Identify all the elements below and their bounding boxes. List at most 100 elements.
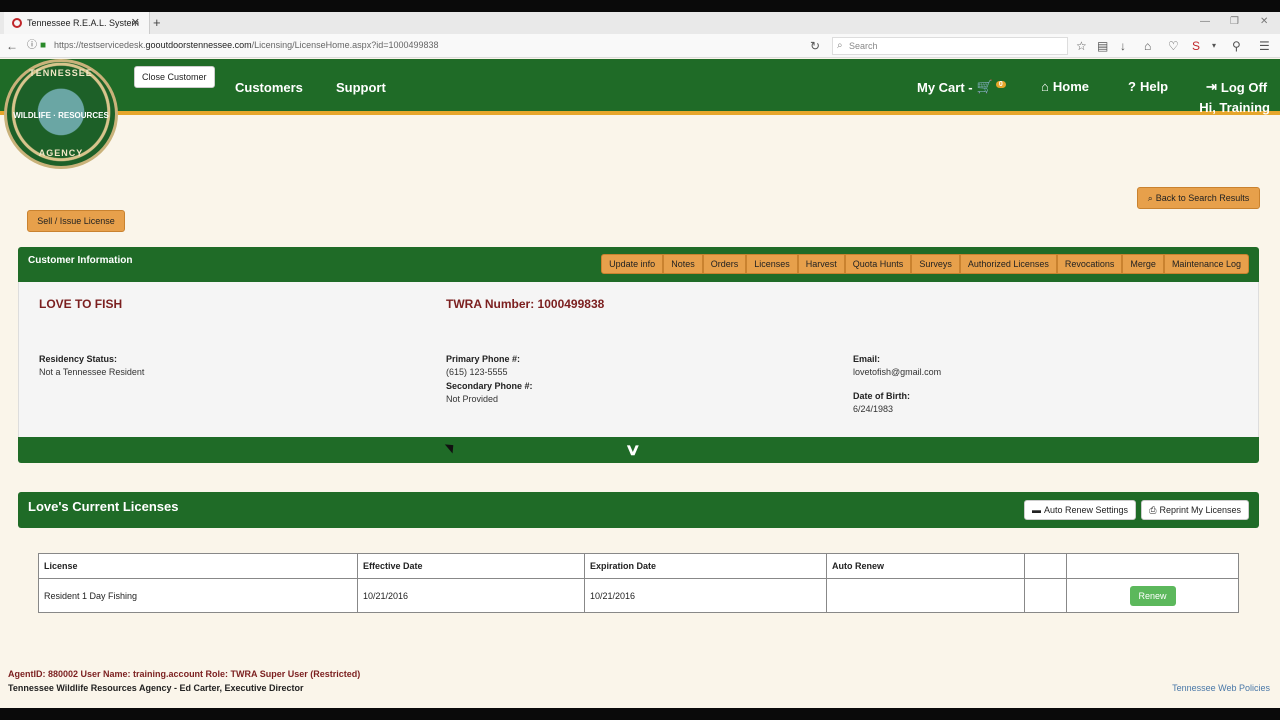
bookmark-star-icon[interactable]: ☆	[1076, 39, 1087, 53]
license-name-cell: Resident 1 Day Fishing	[38, 578, 358, 613]
table-row: Resident 1 Day Fishing 10/21/2016 10/21/…	[38, 578, 1239, 613]
minimize-icon[interactable]: —	[1200, 16, 1210, 27]
pocket-icon[interactable]: ♡	[1168, 39, 1179, 53]
licenses-header: Love's Current Licenses ▬ Auto Renew Set…	[18, 492, 1259, 528]
back-to-search-label: Back to Search Results	[1155, 193, 1250, 203]
tab-orders[interactable]: Orders	[702, 254, 747, 274]
chevron-down-icon: ∨	[624, 442, 642, 459]
help-icon: ?	[1128, 79, 1136, 94]
home-icon: ⌂	[1041, 79, 1049, 94]
dob-label: Date of Birth:	[853, 391, 910, 401]
renew-button[interactable]: Renew	[1129, 585, 1176, 606]
download-icon[interactable]: ↓	[1120, 39, 1126, 53]
expiration-date-cell: 10/21/2016	[584, 578, 827, 613]
col-expiration-date: Expiration Date	[584, 553, 827, 579]
auto-renew-settings-button[interactable]: ▬ Auto Renew Settings	[1023, 500, 1136, 520]
print-icon: ⎙	[1149, 504, 1157, 515]
col-auto-renew: Auto Renew	[826, 553, 1025, 579]
browser-tab-strip: Tennessee R.E.A.L. System ✕ + — ❐ ✕	[0, 12, 1280, 34]
auto-renew-settings-label: Auto Renew Settings	[1043, 505, 1128, 515]
cart-icon: 🛒	[976, 79, 993, 94]
blank-cell	[1024, 578, 1067, 613]
window-bottom-bar	[0, 708, 1280, 720]
search-icon: ⌕	[837, 40, 843, 51]
auto-renew-cell	[826, 578, 1025, 613]
tab-surveys[interactable]: Surveys	[911, 254, 960, 274]
tab-authorized-licenses[interactable]: Authorized Licenses	[959, 254, 1057, 274]
nav-support[interactable]: Support	[336, 80, 386, 95]
secondary-phone-label: Secondary Phone #:	[446, 381, 533, 391]
col-license: License	[38, 553, 358, 579]
menu-icon[interactable]: ☰	[1259, 39, 1270, 53]
reprint-label: Reprint My Licenses	[1159, 505, 1241, 515]
residency-label: Residency Status:	[39, 354, 118, 364]
user-greeting: Hi, Training	[1199, 100, 1270, 115]
tab-maintenance-log[interactable]: Maintenance Log	[1163, 254, 1249, 274]
logo-center-text: WILDLIFE · RESOURCES	[13, 111, 109, 120]
email-value: lovetofish@gmail.com	[853, 367, 942, 377]
email-label: Email:	[853, 354, 881, 364]
dropdown-icon[interactable]: ▾	[1212, 39, 1216, 53]
info-icon[interactable]: ⓘ	[27, 39, 37, 53]
home-link[interactable]: ⌂ Home	[1041, 79, 1089, 94]
secondary-phone-value: Not Provided	[446, 394, 499, 404]
expand-details-bar[interactable]: ∨	[18, 437, 1259, 463]
agent-info: AgentID: 880002 User Name: training.acco…	[8, 669, 361, 679]
primary-phone-label: Primary Phone #:	[446, 354, 521, 364]
tab-harvest[interactable]: Harvest	[797, 254, 845, 274]
table-header-row: License Effective Date Expiration Date A…	[38, 553, 1239, 579]
logoff-label: Log Off	[1220, 79, 1268, 95]
my-cart-link[interactable]: My Cart - 🛒 0	[917, 79, 1006, 95]
sell-issue-license-button[interactable]: Sell / Issue License	[27, 210, 125, 232]
url-bar[interactable]: https://testservicedesk.gooutdoorstennes…	[54, 40, 439, 50]
customer-info-body: LOVE TO FISH TWRA Number: 1000499838 Res…	[18, 282, 1259, 437]
web-policies-link[interactable]: Tennessee Web Policies	[1172, 683, 1270, 693]
reload-icon[interactable]: ↻	[810, 39, 820, 53]
logoff-icon: ⇥	[1206, 79, 1217, 94]
window-close-icon[interactable]: ✕	[1260, 16, 1268, 27]
back-to-search-results-button[interactable]: ⌕ Back to Search Results	[1137, 187, 1260, 209]
effective-date-cell: 10/21/2016	[357, 578, 585, 613]
customer-info-header: Customer Information Update info Notes O…	[18, 247, 1259, 282]
reading-list-icon[interactable]: ▤	[1097, 39, 1108, 53]
col-blank-1	[1024, 553, 1067, 579]
browser-tab[interactable]: Tennessee R.E.A.L. System ✕	[4, 12, 150, 34]
licenses-table: License Effective Date Expiration Date A…	[38, 553, 1239, 613]
window-top-bar	[0, 0, 1280, 12]
reprint-licenses-button[interactable]: ⎙ Reprint My Licenses	[1141, 500, 1249, 520]
home-browser-icon[interactable]: ⌂	[1144, 39, 1151, 53]
back-arrow-icon[interactable]: ←	[6, 39, 18, 53]
twra-logo[interactable]: TENNESSEE WILDLIFE · RESOURCES AGENCY	[4, 59, 118, 169]
tab-update-info[interactable]: Update info	[601, 254, 664, 274]
browser-search-input[interactable]: ⌕ Search	[832, 37, 1068, 55]
cart-count-badge: 0	[995, 80, 1006, 88]
action-cell: Renew	[1066, 578, 1239, 613]
logoff-link[interactable]: ⇥ Log Off	[1206, 79, 1267, 95]
maximize-icon[interactable]: ❐	[1230, 16, 1239, 27]
search-icon: ⌕	[1147, 192, 1153, 203]
new-tab-icon[interactable]: +	[153, 15, 161, 30]
nav-customers[interactable]: Customers	[235, 80, 303, 95]
help-link[interactable]: ? Help	[1128, 79, 1168, 94]
primary-phone-value: (615) 123-5555	[446, 367, 508, 377]
help-label: Help	[1139, 79, 1169, 94]
extension-icon[interactable]: S	[1192, 39, 1200, 53]
close-tab-icon[interactable]: ✕	[131, 16, 140, 29]
customer-tabs: Update info Notes Orders Licenses Harves…	[601, 254, 1249, 274]
col-effective-date: Effective Date	[357, 553, 585, 579]
customer-name: LOVE TO FISH	[39, 297, 123, 311]
lock-icon: ■	[40, 40, 47, 51]
tab-merge[interactable]: Merge	[1122, 254, 1164, 274]
addon-icon[interactable]: ⚲	[1232, 39, 1241, 53]
browser-nav-bar: ← ⓘ ■ https://testservicedesk.gooutdoors…	[0, 34, 1280, 58]
logo-ring-bottom: AGENCY	[38, 148, 84, 158]
tab-licenses[interactable]: Licenses	[746, 254, 798, 274]
credit-card-icon: ▬	[1031, 505, 1041, 515]
tab-quota-hunts[interactable]: Quota Hunts	[844, 254, 912, 274]
tab-notes[interactable]: Notes	[663, 254, 703, 274]
twra-number: TWRA Number: 1000499838	[446, 297, 605, 311]
close-customer-button[interactable]: Close Customer	[134, 66, 215, 88]
home-label: Home	[1052, 79, 1089, 94]
tab-title: Tennessee R.E.A.L. System	[27, 18, 140, 28]
tab-revocations[interactable]: Revocations	[1056, 254, 1123, 274]
